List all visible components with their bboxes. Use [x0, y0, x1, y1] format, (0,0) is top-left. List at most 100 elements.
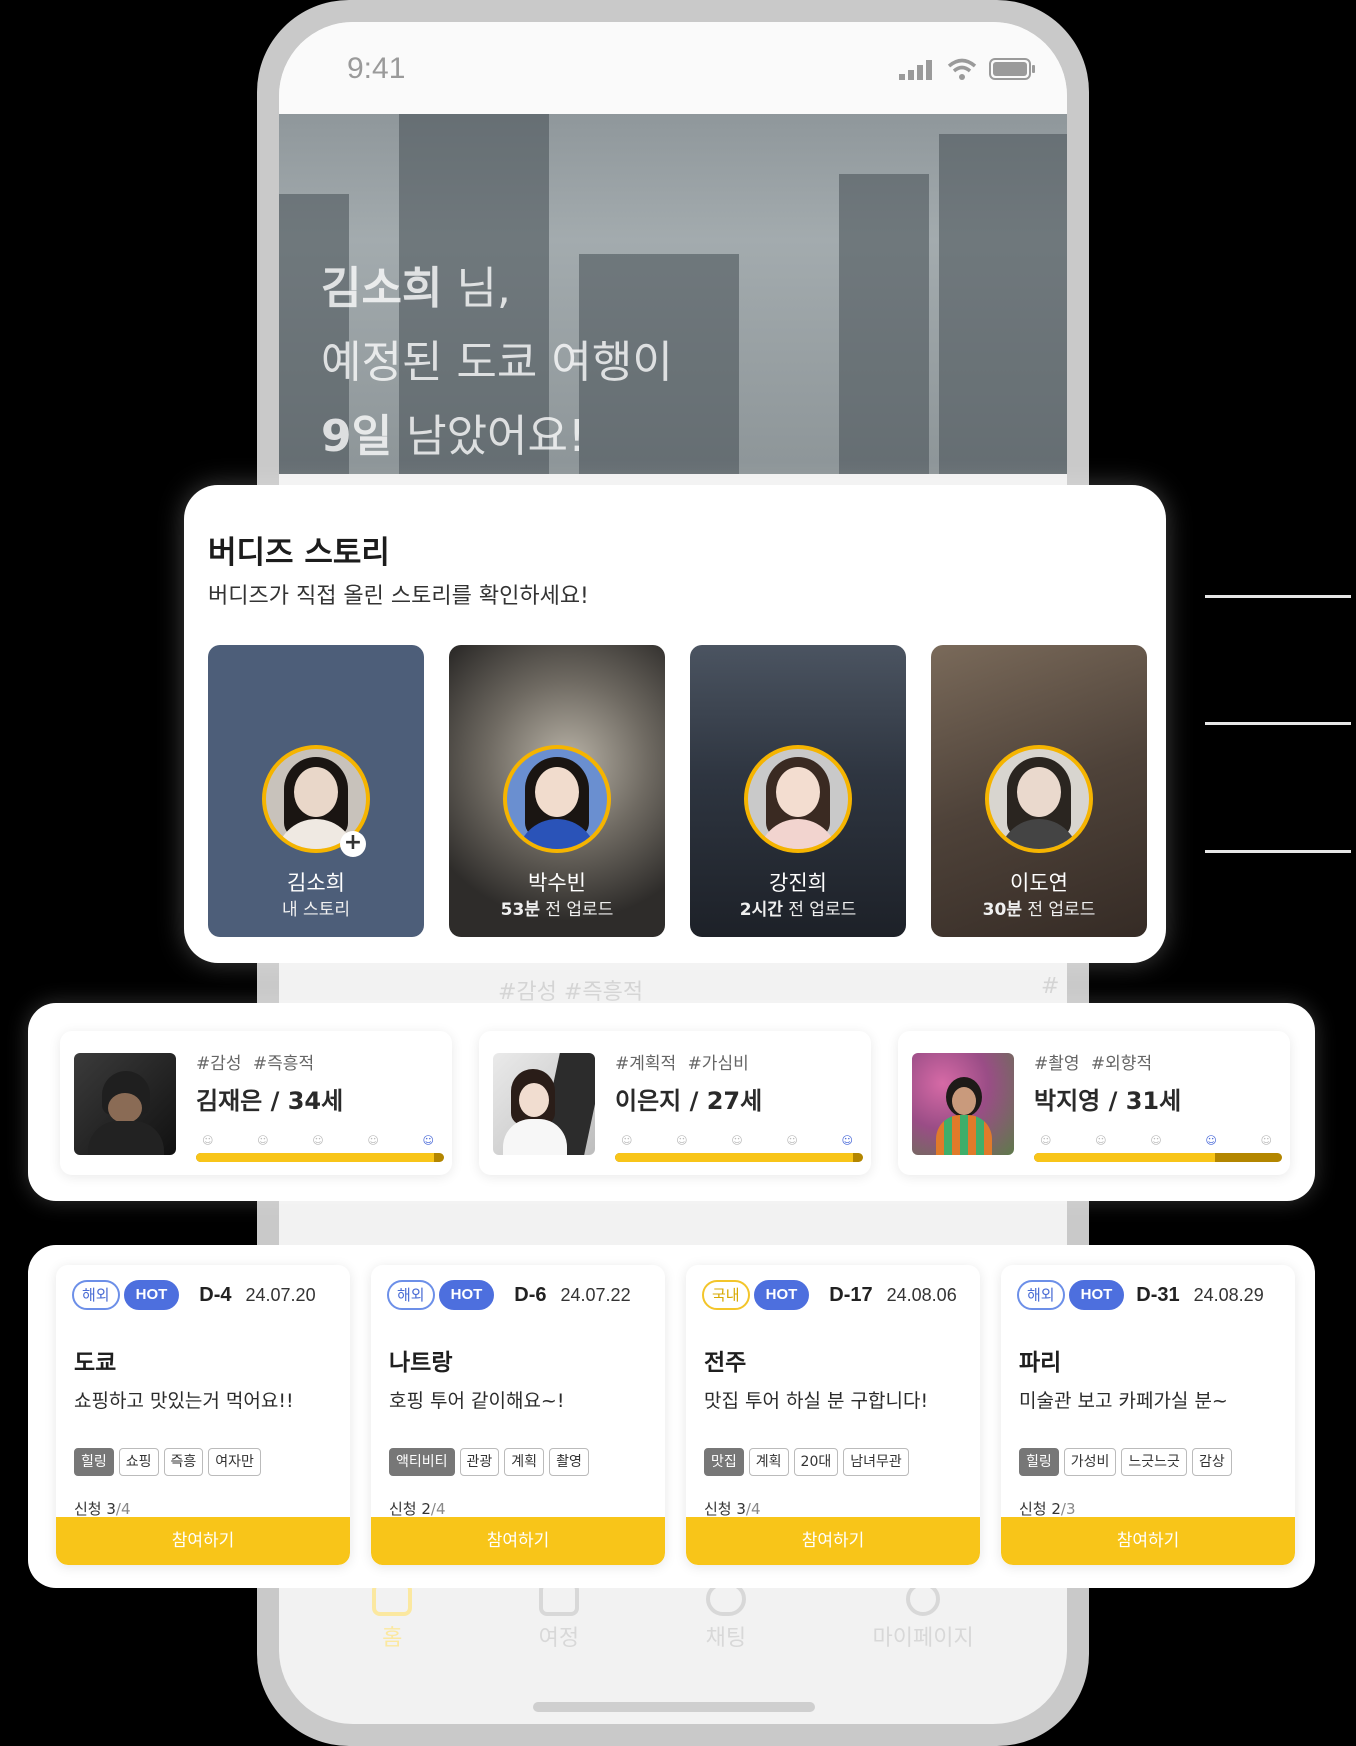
buddy-photo: [74, 1053, 176, 1155]
status-time: 9:41: [347, 52, 406, 85]
hero-remaining-text: 남았어요!: [392, 411, 586, 462]
join-button[interactable]: 참여하기: [56, 1517, 350, 1565]
mood-scale: ☺ ☺ ☺ ☺ ☺: [202, 1134, 434, 1147]
buddy-name: 김재은 / 34세: [196, 1087, 344, 1115]
region-badge: 해외: [72, 1280, 120, 1310]
nav-trip[interactable]: 여정: [539, 1582, 579, 1652]
join-button[interactable]: 참여하기: [1001, 1517, 1295, 1565]
join-button[interactable]: 참여하기: [686, 1517, 980, 1565]
story-tile-my[interactable]: + 김소희 내 스토리: [208, 645, 424, 937]
tag: 남녀무관: [843, 1448, 909, 1476]
buddy-recommendations: #감성 #즉흥적 김재은 / 34세 ☺ ☺ ☺ ☺ ☺ #계획적 #가심비 이은지 /…: [28, 1003, 1315, 1201]
buddy-name: 이은지 / 27세: [615, 1087, 763, 1115]
tag: 맛집: [704, 1448, 744, 1476]
home-indicator[interactable]: [533, 1702, 815, 1712]
buddy-card[interactable]: #감성 #즉흥적 김재은 / 34세 ☺ ☺ ☺ ☺ ☺: [60, 1031, 452, 1175]
battery-icon: [989, 58, 1035, 80]
bottom-nav: 홈 여정 채팅 마이페이지: [279, 1582, 1067, 1652]
story-tile[interactable]: 박수빈 53분 전 업로드: [449, 645, 665, 937]
trip-card[interactable]: 국내 HOT D-17 24.08.06 전주 맛집 투어 하실 분 구합니다! 맛집…: [686, 1265, 980, 1565]
tag: 즉흥: [163, 1448, 204, 1476]
tag: 20대: [793, 1448, 839, 1476]
story-name: 강진희: [769, 871, 827, 895]
tag: 액티비티: [389, 1448, 455, 1476]
story-meta: 30분 전 업로드: [982, 900, 1096, 920]
connector-line: [1205, 722, 1351, 725]
add-story-icon[interactable]: +: [340, 831, 366, 857]
stories-title: 버디즈 스토리: [208, 535, 390, 571]
story-meta: 53분 전 업로드: [500, 900, 614, 920]
buddy-photo: [493, 1053, 595, 1155]
avatar: [503, 745, 611, 853]
match-bar: [1034, 1153, 1282, 1162]
hero-user-name: 김소희: [321, 263, 443, 314]
story-name: 박수빈: [528, 871, 586, 895]
hero-trip-line: 예정된 도쿄 여행이: [321, 337, 673, 388]
nav-home-label: 홈: [382, 1626, 403, 1651]
buddy-hashtags: #계획적 #가심비: [615, 1054, 749, 1074]
story-tile[interactable]: 이도연 30분 전 업로드: [931, 645, 1147, 937]
d-day: D-4: [199, 1283, 232, 1306]
trip-tags: 맛집 계획 20대 남녀무관: [704, 1448, 909, 1476]
trip-description: 쇼핑하고 맛있는거 먹어요!!: [74, 1390, 294, 1412]
story-name: 김소희: [287, 871, 345, 895]
nav-mypage-label: 마이페이지: [872, 1626, 974, 1651]
d-day: D-17: [829, 1283, 873, 1306]
trip-description: 맛집 투어 하실 분 구합니다!: [704, 1390, 929, 1412]
trip-card[interactable]: 해외 HOT D-31 24.08.29 파리 미술관 보고 카페가실 분~ 힐링 가성…: [1001, 1265, 1295, 1565]
mood-scale: ☺ ☺ ☺ ☺ ☺: [1040, 1134, 1272, 1147]
story-tile[interactable]: 강진희 2시간 전 업로드: [690, 645, 906, 937]
region-badge: 해외: [1017, 1280, 1065, 1310]
nav-home[interactable]: 홈: [372, 1582, 413, 1652]
hero-greeting: 김소희 님, 예정된 도쿄 여행이 9일 남았어요!: [321, 252, 673, 474]
trip-tags: 힐링 쇼핑 즉흥 여자만: [74, 1448, 261, 1476]
buddy-hashtags: #촬영 #외향적: [1034, 1054, 1153, 1074]
trip-tags: 액티비티 관광 계획 촬영: [389, 1448, 589, 1476]
tag: 여자만: [208, 1448, 261, 1476]
trip-recruitment-list: 해외 HOT D-4 24.07.20 도쿄 쇼핑하고 맛있는거 먹어요!! 힐링 쇼핑…: [28, 1245, 1315, 1588]
buddy-card[interactable]: #촬영 #외향적 박지영 / 31세 ☺ ☺ ☺ ☺ ☺: [898, 1031, 1290, 1175]
trip-card[interactable]: 해외 HOT D-6 24.07.22 나트랑 호핑 투어 같이해요~! 액티비티 관광…: [371, 1265, 665, 1565]
connector-line: [1205, 595, 1351, 598]
tag: 힐링: [74, 1448, 114, 1476]
hero-honorific: 님,: [442, 263, 511, 314]
connector-line: [1205, 850, 1351, 853]
applicant-count: 신청 3/4: [74, 1500, 131, 1518]
nav-mypage[interactable]: 마이페이지: [873, 1582, 974, 1652]
buddy-hashtags: #감성 #즉흥적: [196, 1054, 315, 1074]
trip-date: 24.07.20: [245, 1284, 316, 1305]
story-meta: 2시간 전 업로드: [739, 900, 857, 920]
applicant-count: 신청 3/4: [704, 1500, 761, 1518]
join-button[interactable]: 참여하기: [371, 1517, 665, 1565]
d-day: D-6: [514, 1283, 547, 1306]
nav-chat-label: 채팅: [705, 1626, 747, 1651]
status-bar: 9:41: [279, 22, 1067, 114]
trip-description: 미술관 보고 카페가실 분~: [1019, 1390, 1228, 1412]
d-day: D-31: [1136, 1283, 1180, 1306]
hot-badge: HOT: [753, 1280, 810, 1310]
avatar: [985, 745, 1093, 853]
tag: 쇼핑: [118, 1448, 159, 1476]
wifi-icon: [947, 58, 977, 80]
hot-badge: HOT: [123, 1280, 180, 1310]
tag: 촬영: [549, 1448, 589, 1476]
trip-city: 전주: [704, 1350, 747, 1376]
trip-card[interactable]: 해외 HOT D-4 24.07.20 도쿄 쇼핑하고 맛있는거 먹어요!! 힐링 쇼핑…: [56, 1265, 350, 1565]
tag: 힐링: [1019, 1448, 1059, 1476]
mood-scale: ☺ ☺ ☺ ☺ ☺: [621, 1134, 853, 1147]
applicant-count: 신청 2/3: [1019, 1500, 1076, 1518]
story-name: 이도연: [1010, 871, 1068, 895]
hot-badge: HOT: [438, 1280, 495, 1310]
tag: 계획: [504, 1448, 545, 1476]
buddy-card[interactable]: #계획적 #가심비 이은지 / 27세 ☺ ☺ ☺ ☺ ☺: [479, 1031, 871, 1175]
trip-tags: 힐링 가성비 느긋느긋 감상: [1019, 1448, 1232, 1476]
trip-date: 24.08.06: [886, 1284, 957, 1305]
hero-banner: 김소희 님, 예정된 도쿄 여행이 9일 남았어요!: [279, 114, 1067, 474]
buddy-photo: [912, 1053, 1014, 1155]
nav-chat[interactable]: 채팅: [706, 1582, 746, 1652]
trip-description: 호핑 투어 같이해요~!: [389, 1390, 565, 1412]
match-bar: [615, 1153, 863, 1162]
match-fill: [1034, 1153, 1216, 1162]
trip-city: 파리: [1019, 1350, 1062, 1376]
trip-date: 24.07.22: [560, 1284, 631, 1305]
